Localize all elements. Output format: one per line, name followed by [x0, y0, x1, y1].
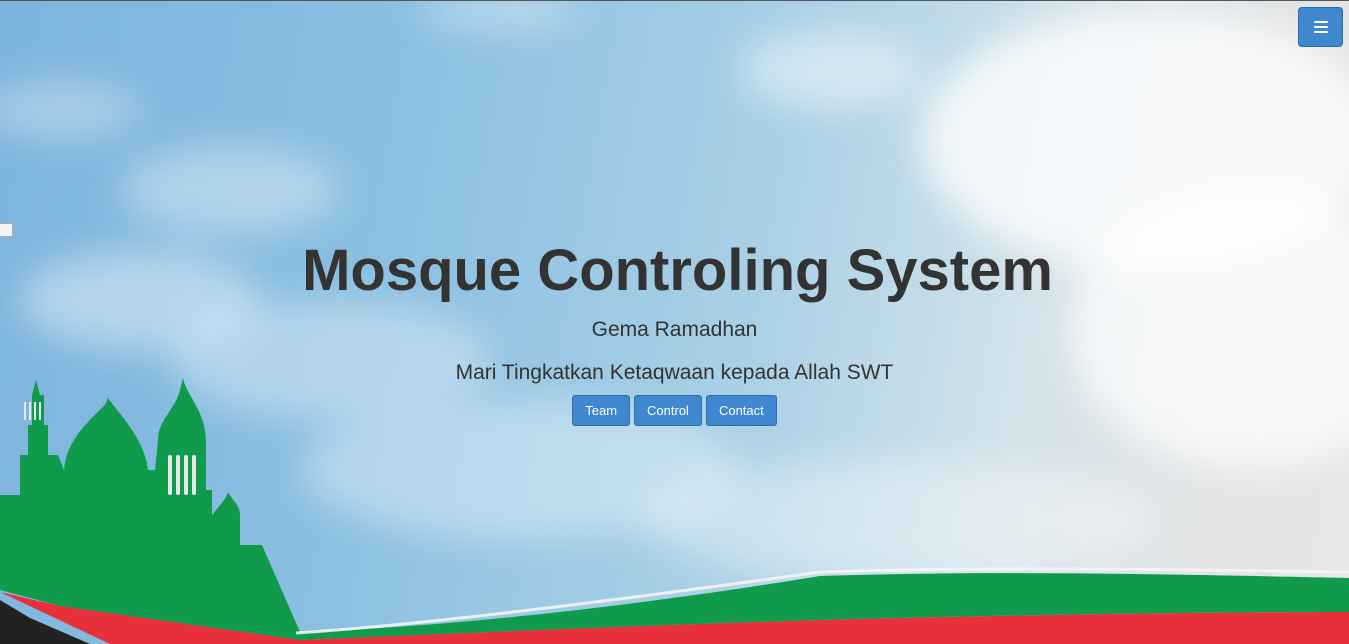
page-tagline: Mari Tingkatkan Ketaqwaan kepada Allah S… — [455, 361, 894, 384]
control-button[interactable]: Control — [634, 395, 702, 426]
action-buttons: Team Control Contact — [0, 395, 1349, 426]
hero-content: Mosque Controling System Gema Ramadhan M… — [0, 235, 1349, 426]
hamburger-menu-icon[interactable] — [1298, 7, 1343, 47]
page-subtitle: Gema Ramadhan — [591, 318, 758, 341]
page-title: Mosque Controling System — [302, 238, 1053, 303]
contact-button[interactable]: Contact — [705, 395, 777, 426]
hero-section: Mosque Controling System Gema Ramadhan M… — [0, 0, 1349, 644]
team-button[interactable]: Team — [572, 395, 631, 426]
